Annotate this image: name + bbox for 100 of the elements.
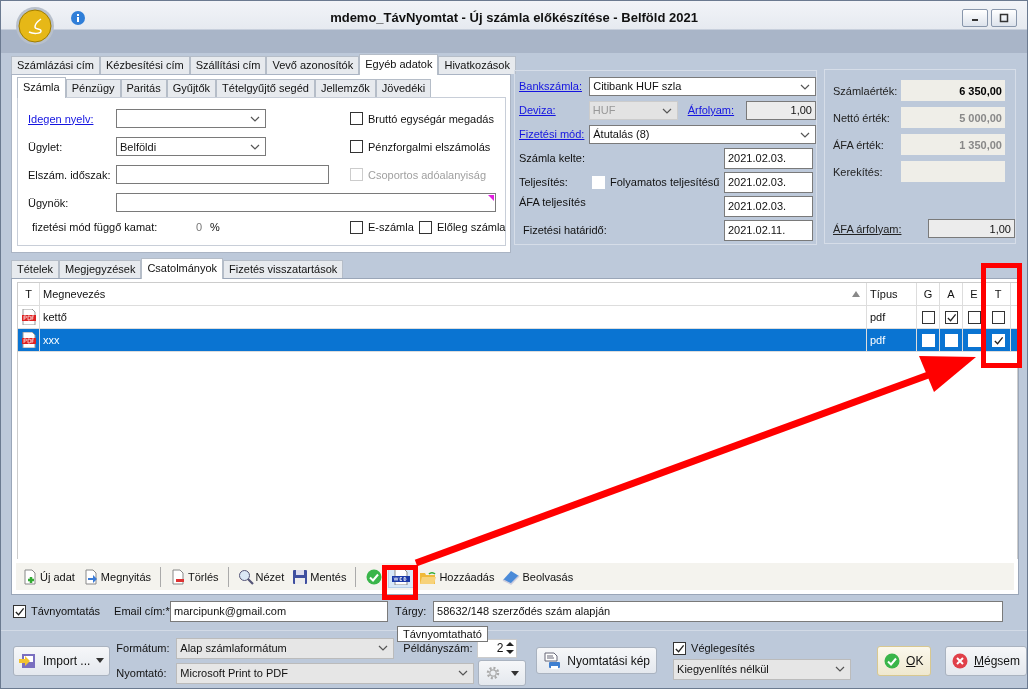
tab[interactable]: Vevő azonosítók bbox=[266, 56, 360, 74]
checkbox[interactable] bbox=[991, 310, 1005, 324]
tab[interactable]: Pénzügy bbox=[65, 79, 121, 97]
copies-spinner[interactable]: 2 bbox=[477, 638, 518, 658]
checkbox[interactable] bbox=[13, 604, 26, 618]
payment-method-select[interactable]: Átutalás (8) bbox=[589, 124, 816, 144]
field-label-link[interactable]: Idegen nyelv: bbox=[28, 112, 116, 125]
tab[interactable]: Kézbesítési cím bbox=[100, 56, 190, 74]
minimize-button[interactable] bbox=[962, 9, 988, 27]
field-label-link[interactable]: Fizetési mód: bbox=[519, 128, 590, 140]
checkbox[interactable] bbox=[350, 112, 363, 125]
toolbar-button[interactable]: Beolvasás bbox=[499, 565, 577, 588]
amount-field: 6 350,00 bbox=[901, 80, 1005, 101]
checkbox-label: Bruttó egységár megadás bbox=[368, 112, 494, 125]
field-label-link[interactable]: Árfolyam: bbox=[687, 104, 735, 116]
field-label: Elszám. időszak: bbox=[28, 168, 112, 181]
date-field[interactable]: 2021.02.11. bbox=[724, 219, 813, 241]
rate-field[interactable]: 1,00 bbox=[746, 100, 816, 120]
tab[interactable]: Jellemzők bbox=[314, 79, 376, 97]
printer-select[interactable]: Microsoft Print to PDF bbox=[176, 662, 475, 684]
tab[interactable]: Tételek bbox=[11, 260, 60, 278]
column-header[interactable]: T bbox=[18, 283, 40, 305]
tooltip: Távnyomtatható bbox=[397, 626, 488, 642]
bank-account-select[interactable]: Citibank HUF szla bbox=[589, 76, 816, 96]
field-label-link[interactable]: ÁFA árfolyam: bbox=[833, 222, 928, 235]
column-header[interactable]: Megnevezés bbox=[40, 283, 867, 305]
sort-icon[interactable] bbox=[852, 291, 860, 297]
import-icon bbox=[19, 651, 37, 670]
agent-field[interactable] bbox=[116, 193, 496, 212]
tab[interactable]: Csatolmányok bbox=[141, 258, 224, 279]
checkbox-label: Távnyomtatás bbox=[31, 605, 101, 617]
date-field[interactable]: 2021.02.03. bbox=[724, 171, 813, 193]
settlement-select[interactable]: Kiegyenlítés nélkül bbox=[673, 658, 852, 680]
field-label: Számlaérték: bbox=[833, 84, 899, 97]
toolbar-button[interactable]: Új adat bbox=[19, 565, 78, 588]
checkbox[interactable] bbox=[944, 310, 958, 324]
amount-field: 5 000,00 bbox=[901, 107, 1005, 128]
tab[interactable]: Számlázási cím bbox=[11, 56, 101, 74]
column-header[interactable]: Típus bbox=[867, 283, 917, 305]
tab[interactable]: Számla bbox=[17, 77, 66, 98]
input-field[interactable] bbox=[116, 165, 329, 184]
amount-field: 1 350,00 bbox=[901, 134, 1005, 155]
checkbox-label: Csoportos adóalanyiság bbox=[368, 168, 487, 181]
date-field[interactable]: 2021.02.03. bbox=[724, 147, 813, 169]
restore-button[interactable] bbox=[991, 9, 1017, 27]
checkbox-label: Folyamatos teljesítésű bbox=[610, 176, 720, 188]
date-field[interactable]: 2021.02.03. bbox=[724, 195, 813, 217]
select-value: Átutalás (8) bbox=[593, 128, 650, 140]
import-button[interactable]: Import ... bbox=[13, 645, 111, 676]
tab[interactable]: Fizetés visszatartások bbox=[223, 260, 344, 278]
spin-arrows-icon[interactable] bbox=[506, 641, 515, 655]
checkbox[interactable] bbox=[673, 641, 687, 655]
tab[interactable]: Szállítási cím bbox=[189, 56, 267, 74]
toolbar-button[interactable]: Mentés bbox=[289, 565, 350, 588]
toolbar-button[interactable]: Nézet bbox=[234, 565, 288, 588]
checkbox[interactable] bbox=[350, 220, 363, 234]
checkbox-label: Véglegesítés bbox=[691, 642, 755, 654]
check-circle-icon bbox=[366, 568, 383, 585]
column-header[interactable]: G bbox=[917, 283, 940, 305]
checkbox[interactable] bbox=[419, 220, 432, 234]
toolbar-button[interactable]: Törlés bbox=[167, 565, 222, 588]
tab[interactable]: Gyűjtők bbox=[166, 79, 217, 97]
field-label: Formátum: bbox=[116, 642, 171, 654]
checkbox[interactable] bbox=[921, 310, 935, 324]
language-select[interactable] bbox=[116, 109, 266, 128]
field-label: Példányszám: bbox=[403, 642, 474, 654]
tab[interactable]: Paritás bbox=[120, 79, 167, 97]
column-header[interactable]: E bbox=[963, 283, 986, 305]
select-value: Kiegyenlítés nélkül bbox=[677, 663, 769, 675]
column-header[interactable]: T bbox=[986, 283, 1011, 305]
delete-document-icon bbox=[170, 568, 186, 585]
app-logo-icon[interactable] bbox=[15, 6, 55, 46]
checkbox[interactable] bbox=[350, 140, 363, 153]
field-label: Nyomtató: bbox=[116, 667, 168, 679]
field-label: Ügynök: bbox=[28, 196, 70, 209]
tab[interactable]: Jövedéki bbox=[375, 79, 432, 97]
subject-field[interactable]: 58632/148 szerződés szám alapján bbox=[433, 600, 1004, 622]
format-select[interactable]: Alap számlaformátum bbox=[176, 637, 395, 659]
field-label: Kerekítés: bbox=[833, 165, 884, 178]
tab[interactable]: Megjegyzések bbox=[59, 260, 142, 278]
field-label-link[interactable]: Bankszámla: bbox=[519, 80, 590, 92]
transaction-select[interactable]: Belföldi bbox=[116, 137, 266, 156]
info-icon[interactable] bbox=[71, 11, 85, 25]
highlight-frame bbox=[382, 565, 418, 600]
tab[interactable]: Tételgyűjtő segéd bbox=[216, 79, 315, 97]
tab[interactable]: Egyéb adatok bbox=[359, 54, 439, 75]
toolbar-button[interactable]: Megnyitás bbox=[79, 565, 154, 588]
column-header[interactable]: A bbox=[940, 283, 963, 305]
gear-icon bbox=[485, 665, 502, 681]
toolbar-button[interactable]: Hozzáadás bbox=[416, 565, 498, 588]
ok-button[interactable]: OK bbox=[877, 645, 931, 676]
email-field[interactable]: marcipunk@gmail.com bbox=[170, 600, 389, 622]
vat-rate-field[interactable]: 1,00 bbox=[928, 219, 1015, 238]
tab[interactable]: Hivatkozások bbox=[438, 56, 516, 74]
cancel-button[interactable]: Mégsem bbox=[944, 645, 1027, 676]
field-label: Ügylet: bbox=[28, 140, 64, 153]
checkbox[interactable] bbox=[967, 310, 981, 324]
field-label: fizetési mód függő kamat: bbox=[32, 221, 159, 233]
print-preview-button[interactable]: Nyomtatási kép bbox=[536, 647, 658, 674]
field-label: ÁFA érték: bbox=[833, 138, 885, 151]
